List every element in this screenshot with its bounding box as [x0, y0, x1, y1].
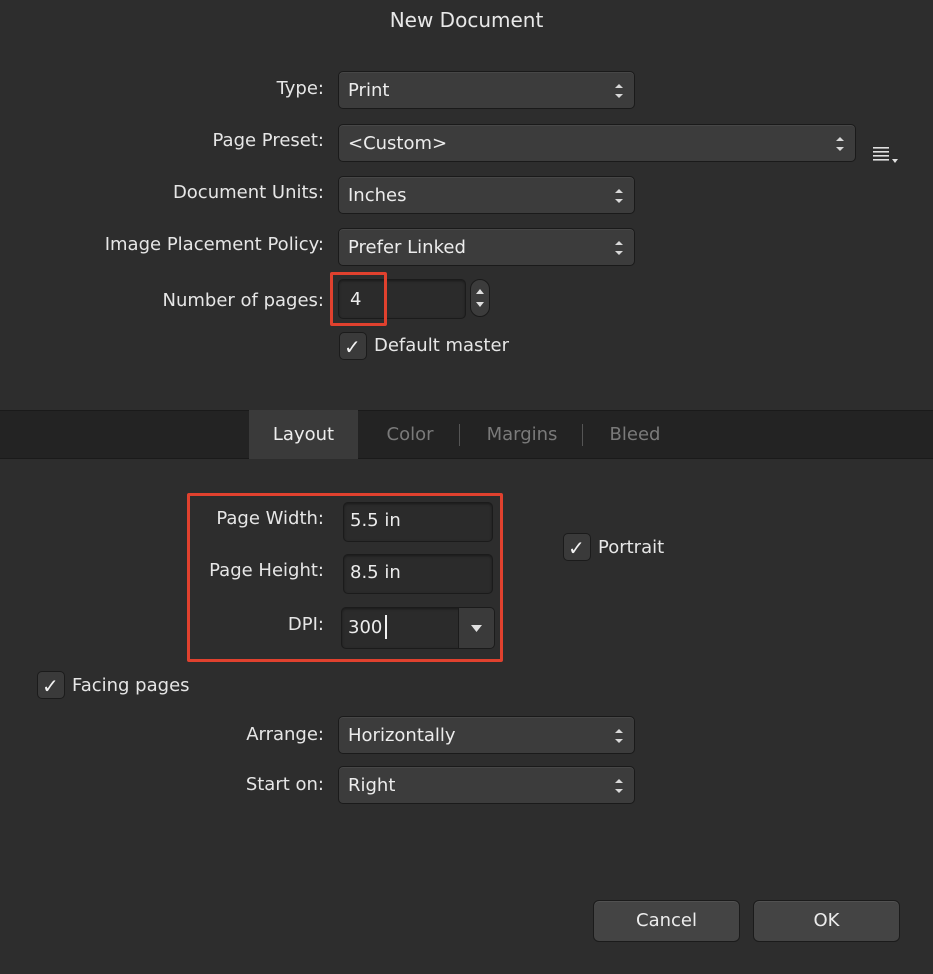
- checkmark-icon: ✓: [568, 536, 585, 560]
- number-of-pages-label: Number of pages:: [162, 290, 325, 311]
- tab-color[interactable]: Color: [364, 410, 456, 459]
- updown-arrows-icon: [614, 726, 624, 746]
- document-units-select[interactable]: Inches: [338, 176, 635, 214]
- preset-menu-icon[interactable]: [871, 146, 901, 166]
- page-preset-label: Page Preset:: [212, 130, 325, 151]
- pages-highlight-box: [330, 272, 387, 326]
- tab-margins[interactable]: Margins: [466, 410, 578, 459]
- checkmark-icon: ✓: [344, 335, 361, 359]
- checkmark-icon: ✓: [42, 674, 59, 698]
- start-on-value: Right: [348, 775, 396, 796]
- image-placement-label: Image Placement Policy:: [104, 234, 324, 255]
- updown-arrows-icon: [614, 81, 624, 101]
- ok-button[interactable]: OK: [753, 900, 900, 942]
- stepper-arrows-icon: [476, 289, 484, 307]
- image-placement-value: Prefer Linked: [348, 237, 466, 258]
- arrange-value: Horizontally: [348, 725, 456, 746]
- document-units-value: Inches: [348, 185, 407, 206]
- tab-bleed[interactable]: Bleed: [590, 410, 680, 459]
- facing-pages-checkbox[interactable]: ✓: [37, 671, 65, 699]
- updown-arrows-icon: [614, 238, 624, 258]
- page-size-highlight-box: [187, 493, 503, 662]
- type-select[interactable]: Print: [338, 71, 635, 109]
- document-units-label: Document Units:: [172, 182, 324, 203]
- start-on-select[interactable]: Right: [338, 766, 635, 804]
- arrange-select[interactable]: Horizontally: [338, 716, 635, 754]
- dialog-title: New Document: [389, 8, 544, 32]
- updown-arrows-icon: [835, 134, 845, 154]
- tab-separator: [459, 424, 460, 446]
- page-preset-select[interactable]: <Custom>: [338, 124, 856, 162]
- image-placement-select[interactable]: Prefer Linked: [338, 228, 635, 266]
- default-master-label: Default master: [374, 335, 509, 356]
- updown-arrows-icon: [614, 776, 624, 796]
- cancel-button[interactable]: Cancel: [593, 900, 740, 942]
- start-on-label: Start on:: [245, 774, 324, 795]
- tab-layout[interactable]: Layout: [249, 410, 358, 459]
- portrait-label: Portrait: [598, 537, 665, 558]
- default-master-checkbox[interactable]: ✓: [339, 332, 367, 360]
- facing-pages-label: Facing pages: [72, 675, 190, 696]
- updown-arrows-icon: [614, 186, 624, 206]
- portrait-checkbox[interactable]: ✓: [563, 533, 591, 561]
- type-label: Type:: [276, 78, 324, 99]
- pages-stepper[interactable]: [470, 279, 490, 317]
- arrange-label: Arrange:: [246, 724, 324, 745]
- tab-separator: [582, 424, 583, 446]
- page-preset-value: <Custom>: [348, 133, 448, 154]
- type-value: Print: [348, 80, 390, 101]
